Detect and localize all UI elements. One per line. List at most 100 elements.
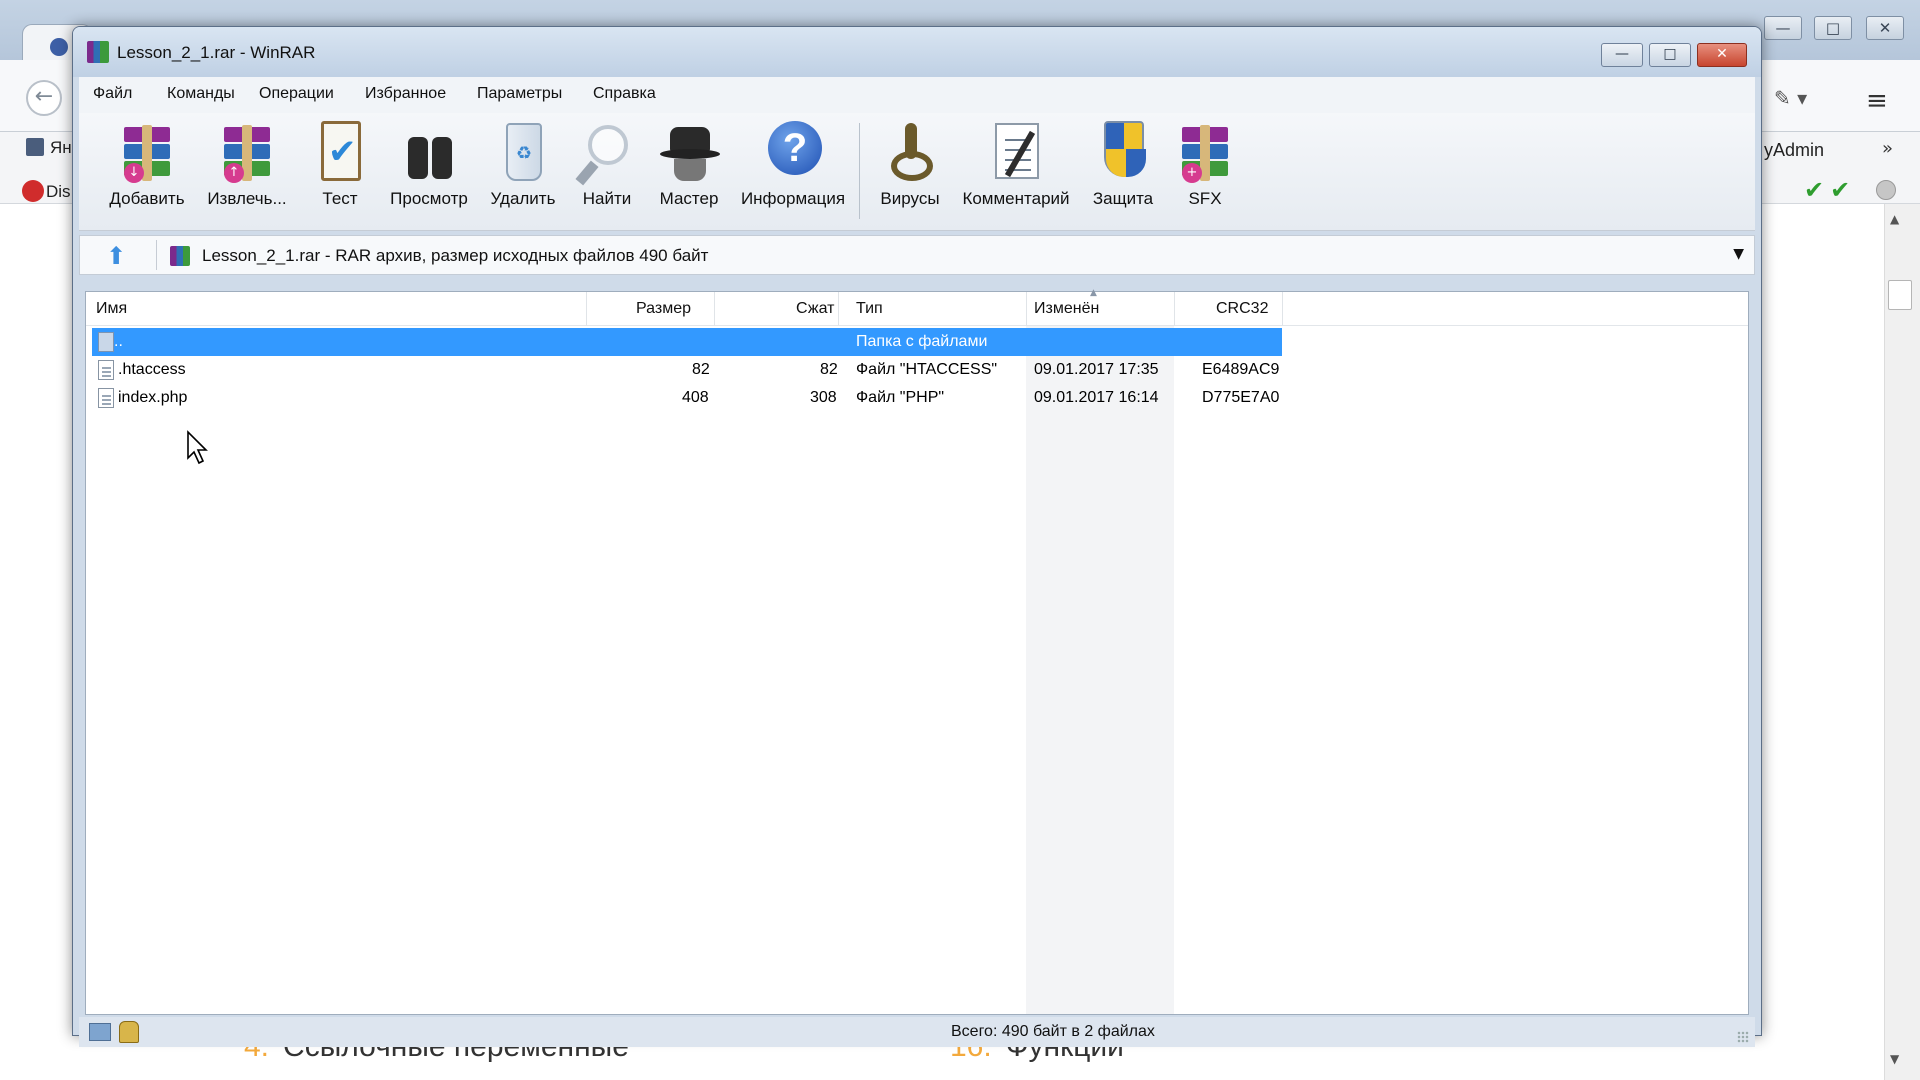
file-modified: 09.01.2017 17:35 — [1034, 361, 1159, 378]
extensions-icon[interactable]: ✎ ▾ — [1774, 86, 1807, 110]
file-list[interactable]: Имя Размер Сжат Тип ▲ Изменён CRC32 .. П… — [85, 288, 1749, 1015]
comment-icon — [995, 123, 1039, 179]
dropdown-arrow-icon[interactable]: ▼ — [1733, 246, 1744, 262]
file-crc: D775E7A0 — [1202, 389, 1280, 406]
address-separator — [156, 240, 157, 270]
extract-icon: ↑ — [224, 125, 270, 183]
wizard-icon — [658, 117, 720, 183]
bookmark-label: Ян — [50, 138, 72, 157]
bookmark-label: Dis — [46, 182, 71, 201]
page-scrollbar[interactable] — [1884, 204, 1920, 1080]
magnifier-icon — [588, 125, 628, 165]
virus-scan-button[interactable]: Вирусы — [869, 117, 951, 209]
browser-tab-icon — [50, 38, 68, 56]
column-header-modified[interactable]: Изменён — [1034, 300, 1099, 318]
window-title: Lesson_2_1.rar - WinRAR — [117, 43, 316, 62]
rar-archive-icon — [170, 246, 190, 266]
menu-file[interactable]: Файл — [93, 85, 132, 103]
menu-help[interactable]: Справка — [593, 85, 656, 103]
column-divider — [714, 292, 715, 326]
test-button[interactable]: ✔ Тест — [305, 117, 375, 209]
add-button-label: Добавить — [109, 189, 185, 208]
file-packed: 82 — [820, 361, 838, 378]
more-bookmarks-chevron[interactable]: » — [1882, 138, 1893, 159]
scroll-thumb[interactable] — [1888, 280, 1912, 310]
sort-indicator-icon: ▲ — [1090, 288, 1097, 298]
account-label[interactable]: yAdmin — [1764, 140, 1824, 161]
column-header-packed[interactable]: Сжат — [796, 300, 834, 318]
delete-button[interactable]: ♻ Удалить — [481, 117, 565, 209]
find-button[interactable]: Найти — [571, 117, 643, 209]
sfx-icon: + — [1182, 125, 1228, 183]
protect-button-label: Защита — [1092, 189, 1154, 208]
sfx-button[interactable]: + SFX — [1169, 117, 1241, 209]
info-button[interactable]: ? Информация — [735, 117, 851, 209]
extract-button-label: Извлечь... — [207, 189, 287, 208]
virus-snake-icon — [889, 121, 935, 183]
bookmark-item[interactable]: Dis — [22, 180, 71, 202]
lock-icon[interactable] — [119, 1021, 139, 1043]
up-folder-icon[interactable]: ⬆ — [106, 242, 126, 270]
file-row[interactable]: .htaccess 82 82 Файл "HTACCESS" 09.01.20… — [92, 356, 1282, 384]
protect-button[interactable]: Защита — [1083, 117, 1163, 209]
toolbar-separator — [859, 123, 860, 219]
block-icon — [22, 180, 44, 202]
toolbar: ↓ Добавить ↑ Извлечь... ✔ Тест Просмотр … — [79, 113, 1755, 231]
column-divider — [1282, 292, 1283, 326]
view-button[interactable]: Просмотр — [383, 117, 475, 209]
wizard-button[interactable]: Мастер — [649, 117, 729, 209]
comment-button[interactable]: Комментарий — [957, 117, 1075, 209]
column-divider — [838, 292, 839, 326]
hamburger-menu-icon[interactable]: ≡ — [1866, 86, 1888, 116]
close-button[interactable]: ✕ — [1697, 43, 1747, 67]
virus-scan-button-label: Вирусы — [880, 189, 940, 208]
resize-grip[interactable] — [1737, 1031, 1749, 1043]
file-type: Файл "PHP" — [856, 389, 945, 406]
back-arrow-icon[interactable]: ← — [26, 80, 62, 116]
scroll-up-icon[interactable]: ▲ — [1890, 212, 1899, 226]
column-divider — [1174, 292, 1175, 326]
window-titlebar[interactable]: Lesson_2_1.rar - WinRAR — □ ✕ — [73, 27, 1761, 77]
column-divider — [1026, 292, 1027, 326]
menu-favorites[interactable]: Избранное — [365, 85, 446, 103]
file-modified: 09.01.2017 16:14 — [1034, 389, 1159, 406]
menu-operations[interactable]: Операции — [259, 85, 334, 103]
recycle-bin-icon: ♻ — [506, 123, 542, 181]
file-name: index.php — [118, 389, 188, 406]
bookmark-icon — [26, 138, 44, 156]
browser-close-button[interactable]: ✕ — [1866, 16, 1904, 40]
binoculars-icon — [408, 125, 452, 181]
file-row-parent[interactable]: .. Папка с файлами — [92, 328, 1282, 356]
file-row[interactable]: index.php 408 308 Файл "PHP" 09.01.2017 … — [92, 384, 1282, 412]
menu-options[interactable]: Параметры — [477, 85, 562, 103]
file-type: Папка с файлами — [856, 333, 988, 350]
add-archive-icon: ↓ — [124, 125, 170, 183]
file-name: .htaccess — [118, 361, 186, 378]
address-bar[interactable]: ⬆ Lesson_2_1.rar - RAR архив, размер исх… — [79, 235, 1755, 275]
browser-minimize-button[interactable]: — — [1764, 16, 1802, 40]
extract-button[interactable]: ↑ Извлечь... — [199, 117, 295, 209]
column-header-size[interactable]: Размер — [636, 300, 691, 318]
shield-icon — [1104, 121, 1146, 177]
check-icons: ✔✔ — [1804, 176, 1857, 204]
find-button-label: Найти — [582, 189, 632, 208]
browser-maximize-button[interactable]: □ — [1814, 16, 1852, 40]
computer-icon[interactable] — [89, 1023, 111, 1041]
column-header-name[interactable]: Имя — [96, 300, 127, 318]
folder-icon — [98, 332, 114, 352]
menu-bar: Файл Команды Операции Избранное Параметр… — [79, 77, 1755, 113]
minimize-button[interactable]: — — [1601, 43, 1643, 67]
column-header-row: Имя Размер Сжат Тип ▲ Изменён CRC32 — [86, 288, 1748, 326]
column-header-crc[interactable]: CRC32 — [1216, 300, 1268, 318]
status-dot-icon — [1876, 180, 1896, 200]
add-button[interactable]: ↓ Добавить — [103, 117, 191, 209]
menu-commands[interactable]: Команды — [167, 85, 235, 103]
column-header-type[interactable]: Тип — [856, 300, 883, 318]
scroll-down-icon[interactable]: ▼ — [1890, 1052, 1899, 1066]
bookmark-item[interactable]: Ян — [26, 138, 72, 158]
test-button-label: Тест — [322, 189, 358, 208]
maximize-button[interactable]: □ — [1649, 43, 1691, 67]
file-type: Файл "HTACCESS" — [856, 361, 998, 378]
file-size: 82 — [692, 361, 710, 378]
status-total: Всего: 490 байт в 2 файлах — [951, 1023, 1155, 1040]
